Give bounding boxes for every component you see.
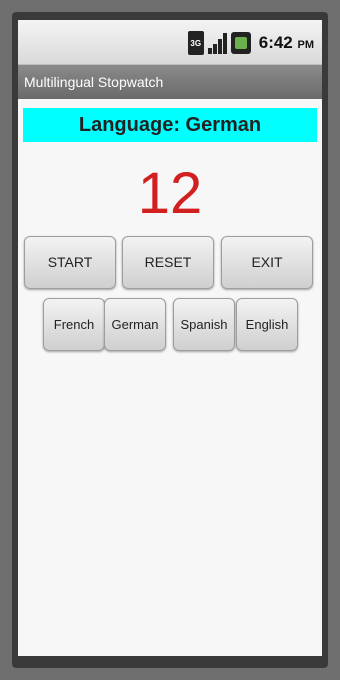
battery-icon bbox=[230, 32, 251, 54]
screen: 3G 6:42 PM Multilingual Stopwatch Langua… bbox=[18, 20, 322, 656]
status-clock: 6:42 PM bbox=[259, 33, 314, 53]
stopwatch-counter: 12 bbox=[137, 161, 203, 226]
french-button[interactable]: French bbox=[43, 298, 105, 351]
clock-ampm: PM bbox=[297, 39, 315, 51]
app-title-bar: Multilingual Stopwatch bbox=[18, 65, 322, 99]
language-banner: Language: German bbox=[23, 108, 317, 142]
signal-strength-icon bbox=[207, 32, 227, 54]
status-icons: 3G 6:42 PM bbox=[187, 29, 314, 57]
clock-time: 6:42 bbox=[258, 33, 293, 52]
reset-button[interactable]: RESET bbox=[122, 236, 214, 289]
app-title: Multilingual Stopwatch bbox=[24, 74, 164, 90]
exit-button[interactable]: EXIT bbox=[221, 236, 313, 289]
network-3g-icon: 3G bbox=[187, 31, 204, 55]
start-button[interactable]: START bbox=[24, 236, 116, 289]
german-button[interactable]: German bbox=[104, 298, 166, 351]
english-button[interactable]: English bbox=[236, 298, 298, 351]
status-bar: 3G 6:42 PM bbox=[18, 20, 322, 65]
spanish-button[interactable]: Spanish bbox=[173, 298, 235, 351]
network-badge-label: 3G bbox=[190, 38, 202, 48]
device-frame: 3G 6:42 PM Multilingual Stopwatch Langua… bbox=[12, 12, 328, 668]
